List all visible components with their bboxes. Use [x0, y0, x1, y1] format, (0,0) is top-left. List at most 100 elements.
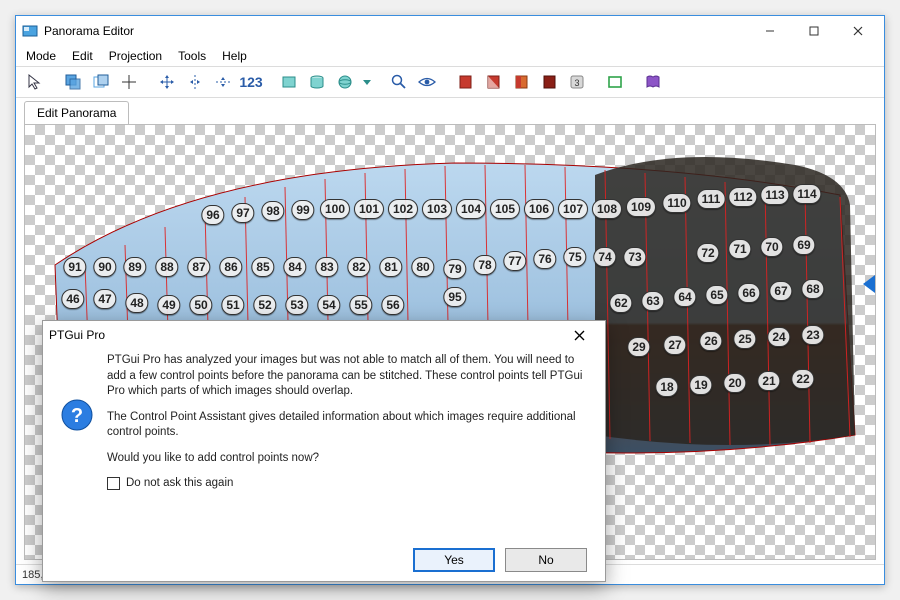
image-badge[interactable]: 113 [760, 185, 789, 205]
image-badge[interactable]: 53 [285, 295, 308, 315]
rect-icon[interactable] [602, 69, 628, 95]
image-badge[interactable]: 72 [696, 243, 719, 263]
flag-dark-icon[interactable] [536, 69, 562, 95]
do-not-ask-checkbox[interactable]: Do not ask this again [107, 476, 583, 492]
image-badge[interactable]: 109 [626, 197, 656, 217]
image-badge[interactable]: 97 [231, 203, 254, 223]
menu-mode[interactable]: Mode [20, 47, 62, 65]
vguide-icon[interactable] [210, 69, 236, 95]
menu-edit[interactable]: Edit [66, 47, 99, 65]
image-badge[interactable]: 55 [349, 295, 372, 315]
image-badge[interactable]: 70 [760, 237, 783, 257]
close-button[interactable] [836, 17, 880, 45]
image-badge[interactable]: 112 [728, 187, 757, 207]
pointer-icon[interactable] [22, 69, 48, 95]
menu-help[interactable]: Help [216, 47, 253, 65]
image-badge[interactable]: 95 [443, 287, 466, 307]
image-badge[interactable]: 79 [443, 259, 466, 279]
image-badge[interactable]: 74 [593, 247, 616, 267]
image-badge[interactable]: 77 [503, 251, 526, 271]
image-badge[interactable]: 103 [422, 199, 452, 219]
image-badge[interactable]: 20 [723, 373, 746, 393]
image-badge[interactable]: 76 [533, 249, 556, 269]
number-toggle[interactable]: 123 [238, 69, 264, 95]
image-badge[interactable]: 85 [251, 257, 274, 277]
image-badge[interactable]: 84 [283, 257, 306, 277]
flag-half-icon[interactable] [480, 69, 506, 95]
image-badge[interactable]: 19 [689, 375, 712, 395]
overlap-icon[interactable] [60, 69, 86, 95]
side-handle-icon[interactable] [863, 275, 875, 293]
image-badge[interactable]: 64 [673, 287, 696, 307]
image-badge[interactable]: 47 [93, 289, 116, 309]
menu-projection[interactable]: Projection [103, 47, 168, 65]
image-badge[interactable]: 21 [757, 371, 780, 391]
image-badge[interactable]: 25 [733, 329, 756, 349]
flag-orange-icon[interactable] [508, 69, 534, 95]
yes-button[interactable]: Yes [413, 548, 495, 572]
plane-icon[interactable] [276, 69, 302, 95]
image-badge[interactable]: 46 [61, 289, 84, 309]
image-badge[interactable]: 63 [641, 291, 664, 311]
image-badge[interactable]: 29 [627, 337, 650, 357]
tab-edit-panorama[interactable]: Edit Panorama [24, 101, 129, 125]
image-badge[interactable]: 71 [728, 239, 751, 259]
image-badge[interactable]: 51 [221, 295, 244, 315]
image-badge[interactable]: 75 [563, 247, 586, 267]
image-badge[interactable]: 86 [219, 257, 242, 277]
count-icon[interactable]: 3 [564, 69, 590, 95]
minimize-button[interactable] [748, 17, 792, 45]
cylinder-icon[interactable] [304, 69, 330, 95]
image-badge[interactable]: 69 [792, 235, 815, 255]
image-badge[interactable]: 104 [456, 199, 486, 219]
image-badge[interactable]: 67 [769, 281, 792, 301]
no-button[interactable]: No [505, 548, 587, 572]
image-badge[interactable]: 62 [609, 293, 632, 313]
image-badge[interactable]: 98 [261, 201, 284, 221]
dialog-close-button[interactable] [559, 322, 599, 348]
image-badge[interactable]: 101 [354, 199, 384, 219]
image-badge[interactable]: 87 [187, 257, 210, 277]
image-badge[interactable]: 73 [623, 247, 646, 267]
image-badge[interactable]: 24 [767, 327, 790, 347]
maximize-button[interactable] [792, 17, 836, 45]
image-badge[interactable]: 107 [558, 199, 588, 219]
image-badge[interactable]: 96 [201, 205, 224, 225]
image-badge[interactable]: 22 [791, 369, 814, 389]
image-badge[interactable]: 88 [155, 257, 178, 277]
image-badge[interactable]: 89 [123, 257, 146, 277]
image-badge[interactable]: 114 [792, 184, 821, 204]
image-badge[interactable]: 78 [473, 255, 496, 275]
book-icon[interactable] [640, 69, 666, 95]
image-badge[interactable]: 65 [705, 285, 728, 305]
checkbox-box[interactable] [107, 477, 120, 490]
image-badge[interactable]: 105 [490, 199, 520, 219]
image-badge[interactable]: 52 [253, 295, 276, 315]
overlap2-icon[interactable] [88, 69, 114, 95]
image-badge[interactable]: 108 [592, 199, 622, 219]
image-badge[interactable]: 99 [291, 200, 314, 220]
image-badge[interactable]: 48 [125, 293, 148, 313]
image-badge[interactable]: 100 [320, 199, 350, 219]
eye-icon[interactable] [414, 69, 440, 95]
image-badge[interactable]: 81 [379, 257, 402, 277]
image-badge[interactable]: 83 [315, 257, 338, 277]
image-badge[interactable]: 18 [655, 377, 678, 397]
image-badge[interactable]: 26 [699, 331, 722, 351]
image-badge[interactable]: 91 [63, 257, 86, 277]
image-badge[interactable]: 111 [697, 189, 726, 209]
image-badge[interactable]: 90 [93, 257, 116, 277]
image-badge[interactable]: 102 [388, 199, 418, 219]
image-badge[interactable]: 49 [157, 295, 180, 315]
grid-icon[interactable] [116, 69, 142, 95]
image-badge[interactable]: 66 [737, 283, 760, 303]
image-badge[interactable]: 68 [801, 279, 824, 299]
image-badge[interactable]: 27 [663, 335, 686, 355]
image-badge[interactable]: 106 [524, 199, 554, 219]
image-badge[interactable]: 50 [189, 295, 212, 315]
menu-tools[interactable]: Tools [172, 47, 212, 65]
image-badge[interactable]: 80 [411, 257, 434, 277]
sphere-icon[interactable] [332, 69, 358, 95]
flag-red-icon[interactable] [452, 69, 478, 95]
projection-dropdown-icon[interactable] [360, 69, 374, 95]
